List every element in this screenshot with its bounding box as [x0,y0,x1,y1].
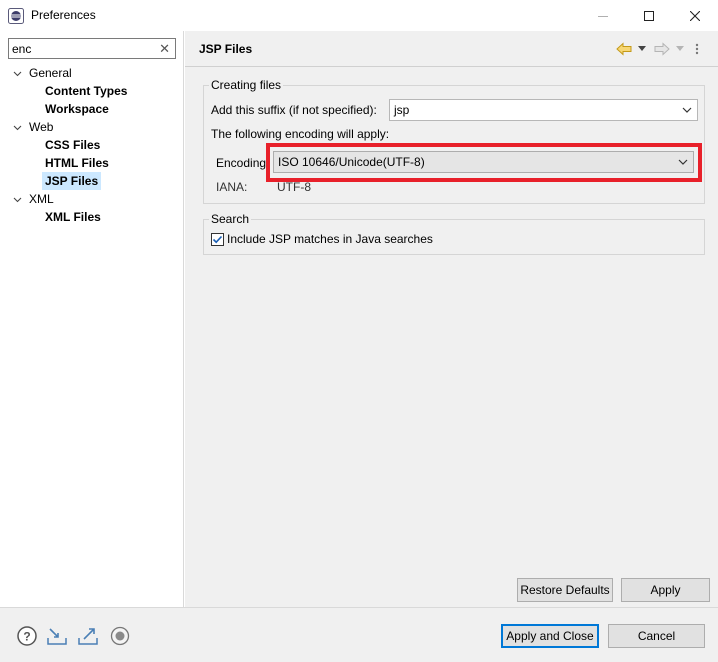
chevron-down-icon[interactable] [12,64,22,82]
tree-item-xml-files[interactable]: XML Files [0,208,184,226]
tree-label-general: General [29,66,72,80]
tree-node-xml[interactable]: XML [0,190,184,208]
suffix-label: Add this suffix (if not specified): [211,103,377,117]
apply-button[interactable]: Apply [621,578,710,602]
back-arrow-icon [616,42,632,56]
tree-label-web: Web [29,120,54,134]
record-icon[interactable] [109,625,131,647]
filter-field[interactable]: ✕ [8,38,176,59]
clear-filter-icon[interactable]: ✕ [159,41,170,56]
preference-page: JSP Files Creating files Add this suffix… [185,31,718,607]
forward-menu-button[interactable] [676,41,684,57]
chevron-down-icon[interactable] [12,190,22,208]
filter-input[interactable] [12,41,152,56]
eclipse-app-icon [8,8,24,24]
tree-item-css-files[interactable]: CSS Files [0,136,184,154]
help-icon[interactable]: ? [16,625,38,647]
tree-node-general[interactable]: General [0,64,184,82]
tree-node-web[interactable]: Web [0,118,184,136]
maximize-icon [644,10,654,21]
tree-label-jsp-files: JSP Files [42,172,102,190]
tree-label-css-files: CSS Files [45,138,101,152]
preference-tree-pane: ✕ General Content Types Workspace Web CS… [0,31,184,607]
suffix-value: jsp [394,103,410,117]
title-bar: Preferences [0,0,718,31]
tree-item-workspace[interactable]: Workspace [0,100,184,118]
encoding-label: Encoding [216,156,267,170]
forward-button[interactable] [654,41,670,57]
window-title: Preferences [31,8,96,22]
tree-label-content-types: Content Types [45,84,128,98]
forward-arrow-icon [654,42,670,56]
cancel-button[interactable]: Cancel [608,624,705,648]
dropdown-arrow-icon [676,46,684,51]
tree-item-jsp-files[interactable]: JSP Files [0,172,184,190]
svg-text:?: ? [23,630,30,644]
tree-item-content-types[interactable]: Content Types [0,82,184,100]
apply-and-close-button[interactable]: Apply and Close [501,624,599,648]
back-button[interactable] [616,41,632,57]
chevron-down-icon[interactable] [12,118,22,136]
dialog-button-bar: ? Apply and Close Cancel [0,607,718,662]
maximize-button[interactable] [626,0,672,31]
close-icon [690,10,700,21]
title-divider [185,66,718,67]
tree-label-html-files: HTML Files [45,156,109,170]
suffix-combo[interactable]: jsp [389,99,698,121]
more-options-icon [695,43,699,55]
include-jsp-checkbox[interactable] [211,233,224,246]
tree-label-workspace: Workspace [45,102,109,116]
page-title: JSP Files [199,42,253,56]
include-jsp-label[interactable]: Include JSP matches in Java searches [227,232,433,246]
close-button[interactable] [672,0,718,31]
restore-defaults-button[interactable]: Restore Defaults [517,578,613,602]
search-legend: Search [211,212,250,226]
encoding-note: The following encoding will apply: [211,127,390,141]
iana-value: UTF-8 [277,180,311,194]
checkmark-icon [212,235,223,244]
minimize-button[interactable] [580,0,626,31]
minimize-icon [598,15,608,17]
highlight-annotation [266,143,702,182]
tree-item-html-files[interactable]: HTML Files [0,154,184,172]
iana-label: IANA: [216,180,248,194]
dropdown-arrow-icon [638,46,646,51]
back-menu-button[interactable] [638,41,646,57]
chevron-down-icon [682,107,692,113]
export-icon[interactable] [77,625,99,647]
tree-label-xml-files: XML Files [45,210,101,224]
tree-label-xml: XML [29,192,54,206]
view-menu-button[interactable] [690,41,704,57]
creating-files-legend: Creating files [211,78,282,92]
import-icon[interactable] [46,625,68,647]
